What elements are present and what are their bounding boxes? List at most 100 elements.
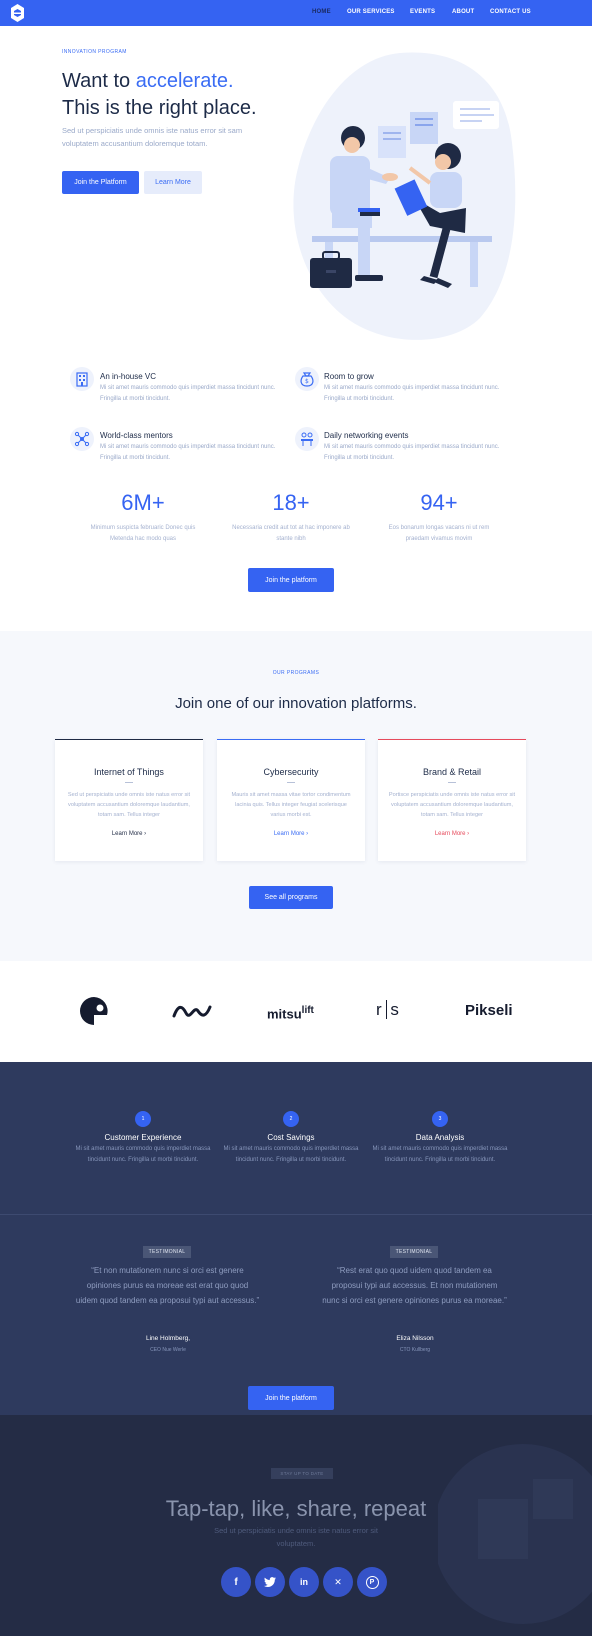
step-badge: 2 xyxy=(283,1111,299,1127)
highlight-desc: Mi sit amet mauris commodo quis imperdie… xyxy=(75,1146,211,1163)
hero-title-line2: This is the right place. xyxy=(62,97,257,119)
program-card-link-label: Learn More xyxy=(434,831,466,837)
join-platform-button[interactable]: Join the Platform xyxy=(62,171,139,194)
hero-subtitle: Sed ut perspiciatis unde omnis iste natu… xyxy=(62,126,243,148)
facebook-glyph: f xyxy=(234,1576,238,1588)
card-divider xyxy=(125,782,133,783)
xing-icon[interactable]: ✕ xyxy=(323,1567,353,1597)
client-logo-pikseli: Pikseli xyxy=(465,1002,513,1019)
client-name-lift: lift xyxy=(301,1005,314,1016)
testimonial-role: CEO Nue Werle xyxy=(150,1347,186,1353)
stat-value-1: 6M+ xyxy=(121,490,165,515)
program-card-brand-retail[interactable]: Brand & Retail Portisce perspiciatis und… xyxy=(378,739,526,861)
program-card-link-label: Learn More xyxy=(111,831,143,837)
newsletter-subtitle: Sed ut perspiciatis unde omnis iste natu… xyxy=(214,1526,378,1548)
testimonial-author: Eliza Nilsson xyxy=(396,1335,434,1342)
testimonial-join-button[interactable]: Join the platform xyxy=(248,1386,334,1410)
client-name-r: r xyxy=(376,1000,382,1019)
feature-title-vc: An in-house VC xyxy=(100,372,157,381)
program-card-title: Cybersecurity xyxy=(263,767,319,777)
client-name-s: s xyxy=(386,1000,399,1019)
chevron-right-icon: › xyxy=(306,831,309,837)
nav-contact-us[interactable]: CONTACT US xyxy=(490,9,531,15)
feature-desc-mentors: Mi sit amet mauris commodo quis imperdie… xyxy=(100,444,276,461)
twitter-icon[interactable] xyxy=(255,1567,285,1597)
client-name-mitsu: mitsu xyxy=(267,1006,302,1022)
card-divider xyxy=(448,782,456,783)
feature-desc-networking: Mi sit amet mauris commodo quis imperdie… xyxy=(324,444,500,461)
program-card-link[interactable]: Learn More › xyxy=(378,831,526,837)
meeting-icon xyxy=(295,427,319,451)
section-divider xyxy=(0,1214,592,1215)
testimonial-author: Line Holmberg, xyxy=(145,1335,191,1342)
program-card-desc: Sed ut perspiciatis unde omnis iste natu… xyxy=(67,792,191,818)
nav-about[interactable]: ABOUT xyxy=(452,9,474,15)
feature-desc-grow: Mi sit amet mauris commodo quis imperdie… xyxy=(324,385,500,402)
program-card-desc: Portisce perspiciatis unde omnis iste na… xyxy=(388,792,516,818)
hero-title-prefix: Want to xyxy=(62,70,136,92)
background-illustration xyxy=(438,1444,592,1624)
hero-illustration xyxy=(293,52,516,340)
client-logo-mitsulift: mitsulift xyxy=(267,1005,314,1021)
chevron-right-icon: › xyxy=(144,831,147,837)
svg-text:$: $ xyxy=(305,378,309,385)
client-logo-wave xyxy=(172,1005,212,1018)
nav-home[interactable]: HOME xyxy=(312,9,331,15)
facebook-icon[interactable]: f xyxy=(221,1567,251,1597)
learn-more-button[interactable]: Learn More xyxy=(144,171,202,194)
program-card-title: Internet of Things xyxy=(94,767,164,777)
testimonial-quote: “Et non mutationem nunc si orci est gene… xyxy=(75,1266,260,1305)
hero-eyebrow: INNOVATION PROGRAM xyxy=(62,49,127,55)
nav-our-services[interactable]: OUR SERVICES xyxy=(347,9,395,15)
see-all-programs-button[interactable]: See all programs xyxy=(249,886,333,909)
highlight-title: Customer Experience xyxy=(104,1133,182,1142)
stat-desc-1: Minimum suspicta februaric Donec quis Me… xyxy=(90,525,196,542)
top-navbar: HOME OUR SERVICES EVENTS ABOUT CONTACT U… xyxy=(0,0,592,26)
program-card-link[interactable]: Learn More › xyxy=(217,831,365,837)
testimonial-tag: TESTIMONIAL xyxy=(390,1246,438,1258)
hero-title: Want to accelerate. xyxy=(62,70,234,93)
testimonial-quote: “Rest erat quo quod uidem quod tandem ea… xyxy=(322,1266,507,1305)
newsletter-tag: STAY UP TO DATE xyxy=(271,1468,333,1479)
testimonial-tag: TESTIMONIAL xyxy=(143,1246,191,1258)
feature-title-networking: Daily networking events xyxy=(324,431,409,440)
network-icon xyxy=(70,427,94,451)
program-card-link[interactable]: Learn More › xyxy=(55,831,203,837)
highlight-title: Cost Savings xyxy=(267,1133,315,1142)
card-divider xyxy=(287,782,295,783)
linkedin-glyph: in xyxy=(300,1577,308,1587)
stat-desc-3: Eos bonarum longas vacans ni ut rem prae… xyxy=(388,525,490,542)
stats-join-button[interactable]: Join the platform xyxy=(248,568,334,592)
twitter-glyph xyxy=(264,1577,276,1587)
program-card-iot[interactable]: Internet of Things Sed ut perspiciatis u… xyxy=(55,739,203,861)
testimonial-role: CTO Kullberg xyxy=(399,1347,431,1353)
programs-eyebrow: OUR PROGRAMS xyxy=(272,670,320,676)
pinterest-icon[interactable]: P xyxy=(357,1567,387,1597)
client-logo-e xyxy=(80,997,108,1025)
feature-title-grow: Room to grow xyxy=(324,372,374,381)
money-bag-icon: $ xyxy=(295,367,319,391)
building-icon xyxy=(70,367,94,391)
pinterest-glyph: P xyxy=(365,1575,379,1589)
highlight-desc: Mi sit amet mauris commodo quis imperdie… xyxy=(372,1146,508,1163)
programs-title: Join one of our innovation platforms. xyxy=(175,695,417,712)
step-badge: 1 xyxy=(135,1111,151,1127)
highlight-desc: Mi sit amet mauris commodo quis imperdie… xyxy=(223,1146,359,1163)
logo-icon[interactable] xyxy=(11,4,24,22)
program-card-title: Brand & Retail xyxy=(422,767,482,777)
program-card-link-label: Learn More xyxy=(273,831,305,837)
hero-title-accent: accelerate. xyxy=(135,70,234,92)
newsletter-title: Tap-tap, like, share, repeat xyxy=(165,1496,427,1521)
stat-desc-2: Necessaria credit aut tot at hac imponer… xyxy=(232,525,350,542)
stat-value-3: 94+ xyxy=(420,490,458,515)
xing-glyph: ✕ xyxy=(334,1576,342,1587)
linkedin-icon[interactable]: in xyxy=(289,1567,319,1597)
program-card-desc: Mauris sit amet massa vitae tortor condi… xyxy=(231,792,351,818)
nav-events[interactable]: EVENTS xyxy=(410,9,435,15)
program-card-cybersecurity[interactable]: Cybersecurity Mauris sit amet massa vita… xyxy=(217,739,365,861)
feature-title-mentors: World-class mentors xyxy=(100,431,173,440)
highlight-title: Data Analysis xyxy=(415,1133,465,1142)
chevron-right-icon: › xyxy=(467,831,470,837)
step-badge: 3 xyxy=(432,1111,448,1127)
client-logo-rs: r s xyxy=(376,1000,399,1020)
